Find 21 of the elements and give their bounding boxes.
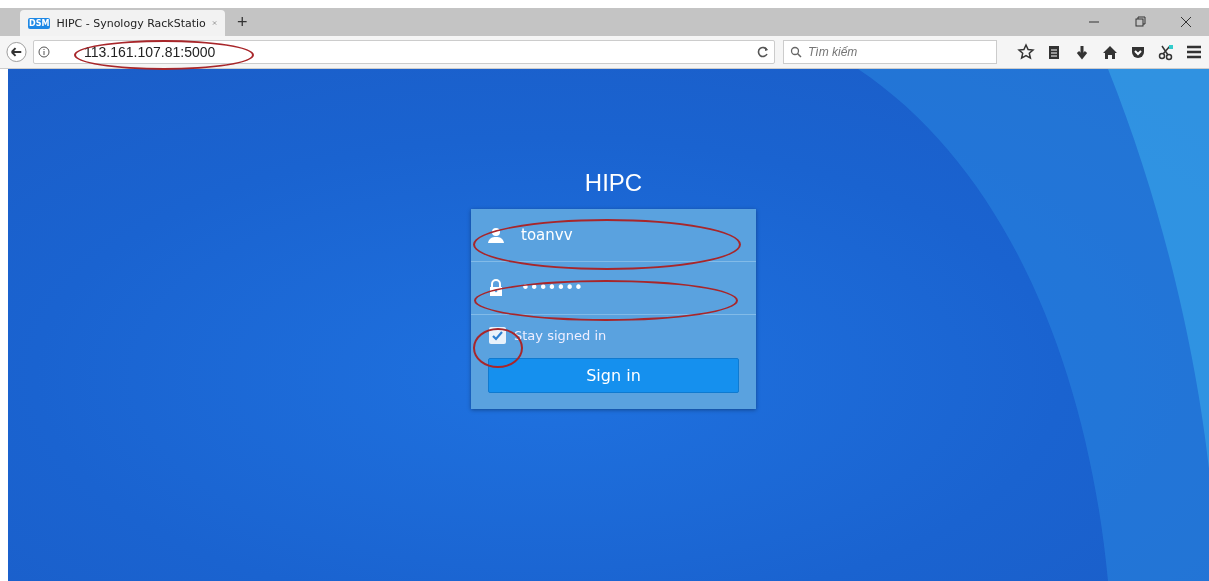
search-field[interactable]: Tìm kiếm bbox=[806, 44, 990, 60]
search-icon bbox=[790, 46, 802, 58]
info-icon[interactable] bbox=[38, 46, 50, 58]
checkbox[interactable] bbox=[489, 327, 506, 344]
reload-icon[interactable] bbox=[756, 45, 770, 59]
scissors-icon[interactable] bbox=[1157, 43, 1175, 61]
address-bar[interactable]: 113.161.107.81:5000 bbox=[33, 40, 775, 64]
bookmark-star-icon[interactable] bbox=[1017, 43, 1035, 61]
new-tab-button[interactable]: + bbox=[237, 12, 248, 33]
lock-icon bbox=[487, 279, 505, 297]
search-bar[interactable]: Tìm kiếm bbox=[783, 40, 997, 64]
tab-title: HIPC - Synology RackStatio bbox=[56, 16, 206, 30]
back-icon[interactable] bbox=[6, 41, 27, 63]
checkbox-label: Stay signed in bbox=[514, 328, 607, 343]
favicon: DSM bbox=[28, 17, 51, 29]
address-text: 113.161.107.81:5000 bbox=[84, 44, 216, 60]
login-title: HIPC bbox=[584, 169, 643, 197]
user-icon bbox=[487, 226, 505, 244]
home-icon[interactable] bbox=[1101, 43, 1119, 61]
menu-icon[interactable] bbox=[1185, 43, 1203, 61]
browser-tab[interactable]: DSM HIPC - Synology RackStatio bbox=[20, 10, 225, 36]
